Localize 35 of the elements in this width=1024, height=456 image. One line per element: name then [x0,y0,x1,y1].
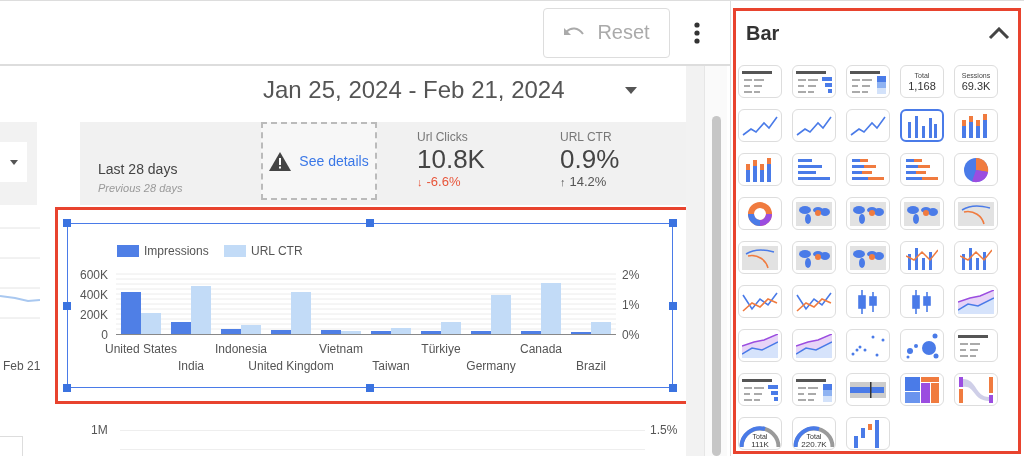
category-label: Vietnam [319,342,363,356]
legend-label: URL CTR [251,244,303,258]
metric-label: Url Clicks [417,130,469,144]
category-label: Germany [466,359,516,373]
axis-tick-label: 1% [622,298,640,312]
category-label: Brazil [576,359,606,373]
metric-value: 0.9% [560,144,620,174]
category-label: United States [105,342,177,356]
axis-tick-label: 2% [622,268,640,282]
delta-value: -6.6% [426,174,461,189]
category-label: United Kingdom [248,359,334,373]
legend-label: Impressions [144,244,209,258]
axis-tick-label: 1.5% [650,423,678,437]
axis-tick-label: 600K [79,268,108,282]
trend-arrow: ↓ [417,175,423,188]
see-details-link[interactable]: See details [299,153,369,169]
axis-tick-label: 200K [79,308,108,322]
category-label: Indonesia [215,342,267,356]
section-title: Bar [746,21,780,45]
delta-value: 14.2% [569,174,607,189]
category-label: India [178,359,204,373]
metric-value: 10.8K [417,144,485,174]
metric-label: URL CTR [560,130,613,144]
date-range-control[interactable]: Jan 25, 2024 - Feb 21, 2024 [263,76,637,104]
trend-arrow: ↑ [560,175,566,188]
period-label: Last 28 days [98,161,178,177]
axis-tick-label: 0 [101,328,108,342]
category-label: Taiwan [372,359,410,373]
axis-tick-label: 1M [91,423,108,437]
category-label: Canada [520,342,562,356]
axis-tick-label: 400K [79,288,108,302]
category-label: Türkiye [421,342,461,356]
comparison-label: Previous 28 days [98,182,183,194]
axis-label: Feb 21 [3,359,41,373]
axis-tick-label: 0% [622,328,640,342]
